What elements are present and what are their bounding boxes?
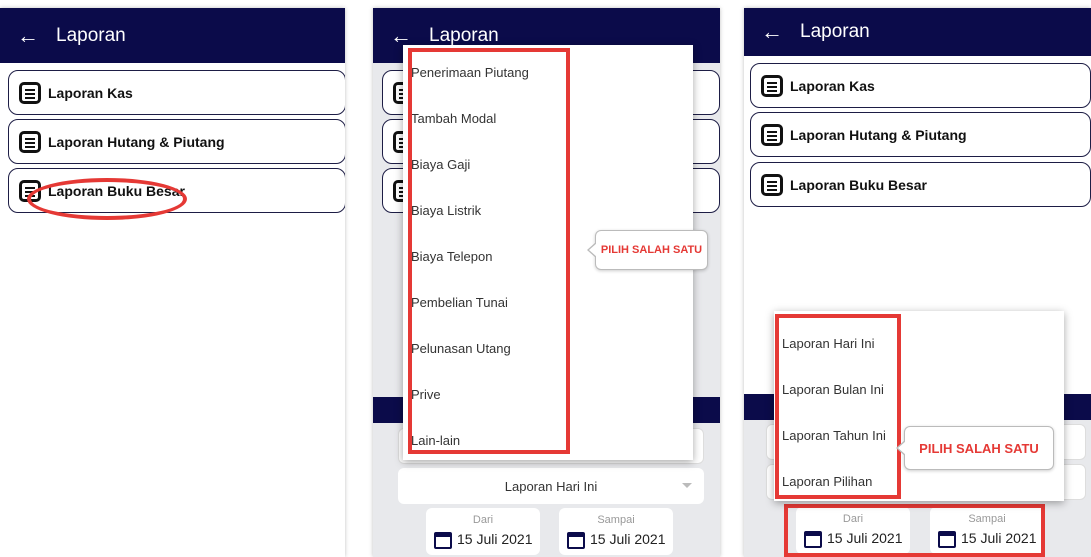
report-icon (761, 173, 783, 196)
screen-2: ← Laporan Laporan Hari Ini Dari 15 Juli … (373, 8, 720, 557)
chevron-down-icon (682, 483, 692, 488)
calendar-icon (434, 532, 452, 549)
laporan-kas-button[interactable]: Laporan Kas (750, 63, 1091, 108)
report-icon (19, 81, 41, 104)
highlight-box (775, 314, 901, 499)
laporan-hutang-piutang-button[interactable]: Laporan Hutang & Piutang (8, 119, 345, 164)
instruction-callout: PILIH SALAH SATU (587, 230, 708, 270)
date-to-caption: Sampai (597, 514, 635, 526)
date-to-field[interactable]: Sampai 15 Juli 2021 (559, 508, 673, 555)
report-icon (19, 130, 41, 153)
highlight-box (408, 48, 570, 454)
page-title: Laporan (56, 24, 126, 46)
date-from-value: 15 Juli 2021 (457, 531, 533, 547)
arrow-left-icon[interactable]: ← (0, 24, 56, 47)
instruction-callout: PILIH SALAH SATU (896, 426, 1054, 470)
laporan-buku-besar-button[interactable]: Laporan Buku Besar (750, 162, 1091, 207)
screen-3: ← Laporan Laporan Kas Laporan Hutang & P… (744, 8, 1091, 557)
menu-label: Laporan Buku Besar (790, 176, 927, 193)
date-from-caption: Dari (472, 514, 494, 526)
page-title: Laporan (429, 24, 499, 46)
date-to-value: 15 Juli 2021 (590, 531, 666, 547)
laporan-hutang-piutang-button[interactable]: Laporan Hutang & Piutang (750, 112, 1091, 157)
date-from-field[interactable]: Dari 15 Juli 2021 (426, 508, 540, 555)
calendar-icon (567, 532, 585, 549)
report-icon (761, 74, 783, 97)
menu-label: Laporan Kas (790, 77, 875, 94)
laporan-kas-button[interactable]: Laporan Kas (8, 70, 345, 115)
highlight-box (784, 504, 1045, 557)
menu-label: Laporan Hutang & Piutang (48, 133, 225, 150)
period-select[interactable]: Laporan Hari Ini (398, 468, 704, 504)
menu-label: Laporan Kas (48, 84, 133, 101)
arrow-left-icon[interactable]: ← (744, 21, 800, 43)
period-select-value: Laporan Hari Ini (504, 478, 598, 494)
highlight-ellipse (27, 178, 187, 220)
app-bar: ← Laporan (0, 8, 345, 63)
app-bar: ← Laporan (744, 8, 1091, 56)
report-icon (761, 123, 783, 146)
arrow-left-icon[interactable]: ← (373, 24, 429, 47)
page-title: Laporan (800, 21, 870, 42)
menu-label: Laporan Hutang & Piutang (790, 126, 967, 143)
screen-1: ← Laporan Laporan Kas Laporan Hutang & P… (0, 8, 345, 557)
